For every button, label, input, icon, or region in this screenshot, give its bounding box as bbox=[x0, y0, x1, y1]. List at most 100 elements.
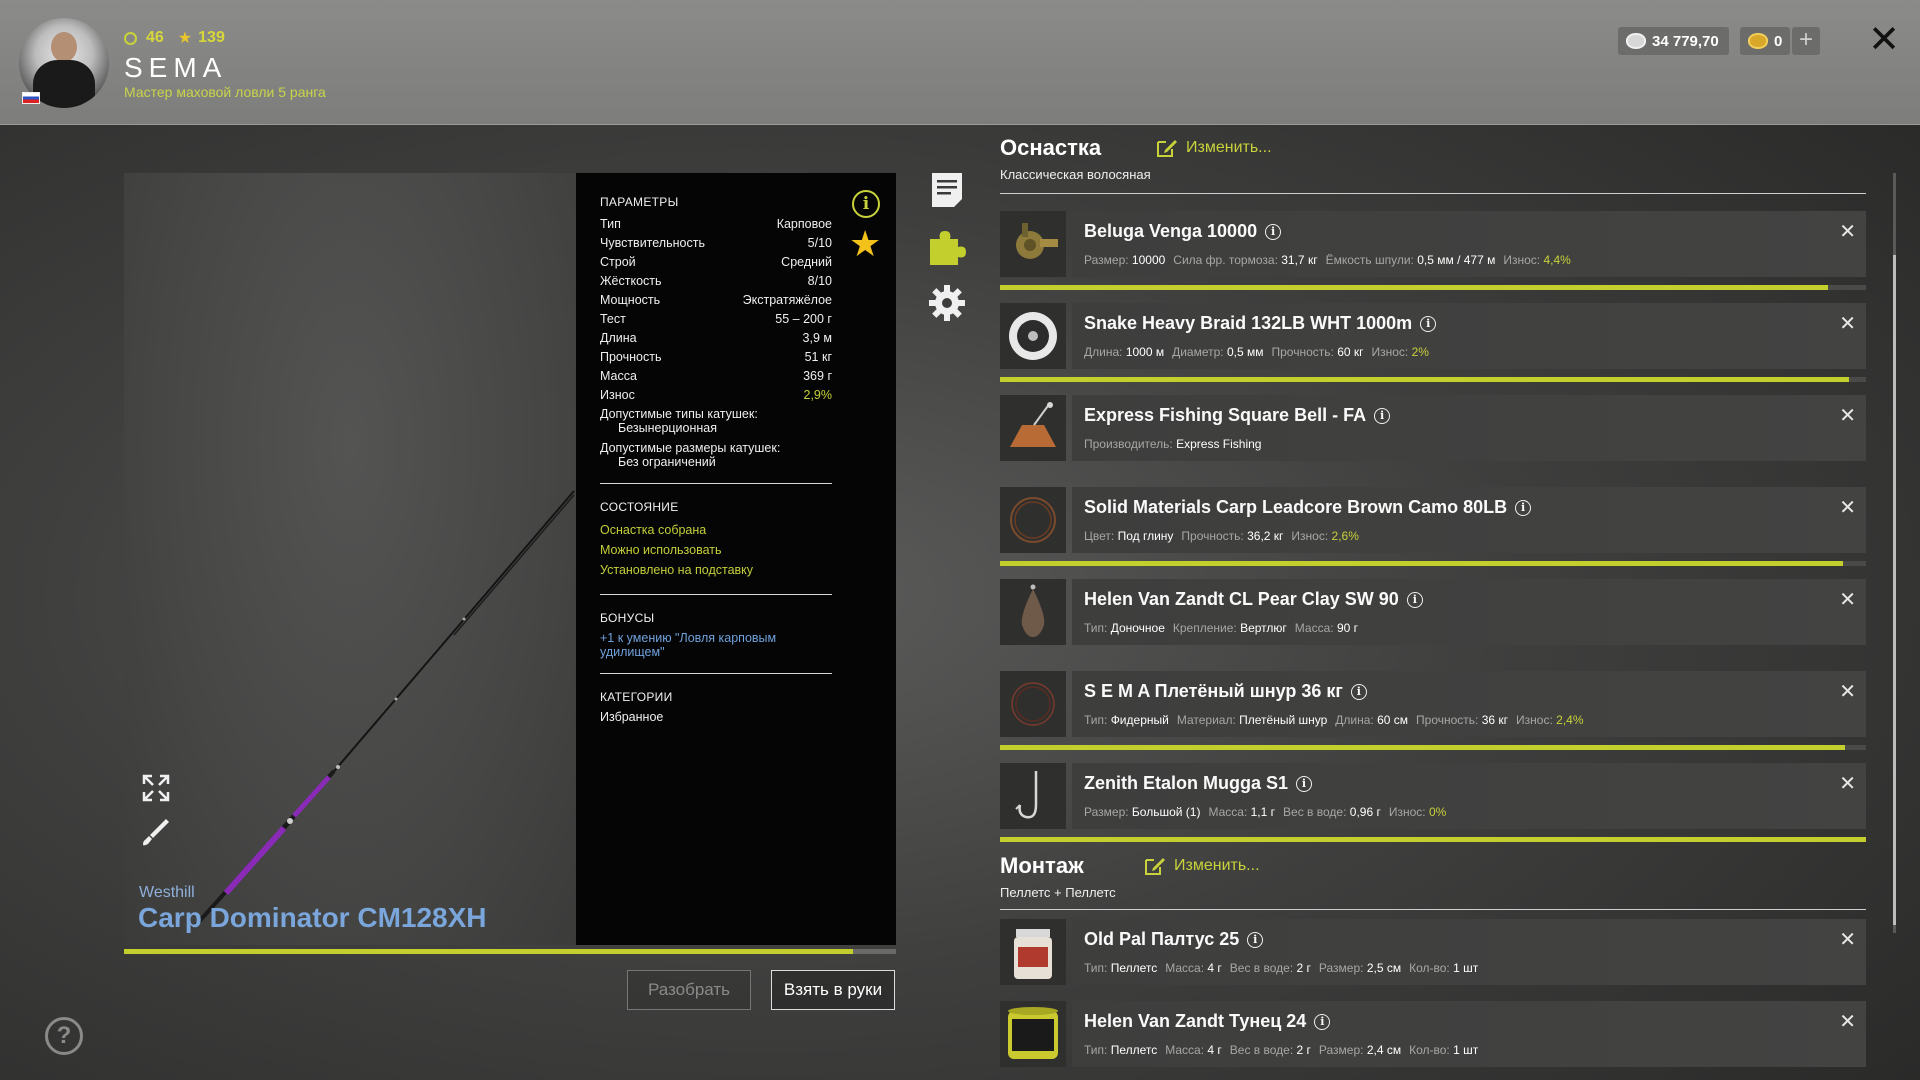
gear-icon[interactable] bbox=[928, 284, 966, 322]
tackle-item[interactable]: S E M A Плетёный шнур 36 кг i Тип: Фидерны… bbox=[1000, 671, 1866, 737]
item-thumbnail[interactable] bbox=[1000, 303, 1066, 369]
player-stars: 139 bbox=[198, 29, 225, 46]
hook-thumb bbox=[1015, 771, 1038, 819]
edit-icon bbox=[1157, 140, 1177, 157]
desc-value: Вертлюг bbox=[1240, 621, 1287, 635]
desc-value: 31,7 кг bbox=[1281, 253, 1318, 267]
tackle-item[interactable]: Zenith Etalon Mugga S1 i Размер: Большой (… bbox=[1000, 763, 1866, 829]
remove-item-icon[interactable]: ✕ bbox=[1839, 771, 1856, 796]
tackle-item[interactable]: Beluga Venga 10000 i Размер: 10000 Сила фр.… bbox=[1000, 211, 1866, 277]
line-spool-thumb bbox=[1009, 312, 1057, 360]
tackle-item[interactable]: Solid Materials Carp Leadcore Brown Camo… bbox=[1000, 487, 1866, 553]
item-card[interactable]: Helen Van Zandt CL Pear Clay SW 90 i Тип: … bbox=[1072, 579, 1866, 645]
item-thumbnail[interactable] bbox=[1000, 763, 1066, 829]
item-card[interactable]: Solid Materials Carp Leadcore Brown Camo… bbox=[1072, 487, 1866, 553]
categories-title: КАТЕГОРИИ bbox=[600, 690, 673, 704]
rod-preview[interactable] bbox=[124, 173, 576, 945]
disassemble-button[interactable]: Разобрать bbox=[627, 970, 751, 1010]
item-name: S E M A Плетёный шнур 36 кг bbox=[1084, 681, 1343, 701]
item-wear-fill bbox=[1000, 561, 1844, 566]
item-card[interactable]: Snake Heavy Braid 132LB WHT 1000m i Длина:… bbox=[1072, 303, 1866, 369]
desc-value: 36,2 кг bbox=[1247, 529, 1284, 543]
param-row: Мощность Экстратяжёлое bbox=[600, 291, 832, 310]
item-thumbnail[interactable] bbox=[1000, 671, 1066, 737]
remove-item-icon[interactable]: ✕ bbox=[1839, 495, 1856, 520]
puzzle-icon[interactable] bbox=[928, 227, 966, 265]
notes-icon[interactable] bbox=[928, 171, 966, 209]
item-wear-fill bbox=[1000, 285, 1828, 290]
avatar-head bbox=[51, 32, 77, 62]
desc-key: Масса: bbox=[1208, 805, 1248, 819]
param-value: Средний bbox=[781, 255, 832, 269]
remove-item-icon[interactable]: ✕ bbox=[1839, 403, 1856, 428]
item-thumbnail[interactable] bbox=[1000, 919, 1066, 985]
desc-value: 0% bbox=[1428, 805, 1447, 819]
tackle-item[interactable]: Helen Van Zandt Тунец 24 i Тип: Пеллетс Мас… bbox=[1000, 1001, 1866, 1067]
desc-key: Прочность: bbox=[1416, 713, 1479, 727]
item-description: Производитель: Express Fishing bbox=[1084, 437, 1269, 451]
close-icon[interactable]: ✕ bbox=[1866, 21, 1902, 59]
rod-wear-fill bbox=[124, 949, 853, 954]
param-value: 55 – 200 г bbox=[775, 312, 832, 326]
info-icon[interactable]: i bbox=[1314, 1013, 1331, 1030]
tackle-item[interactable]: Helen Van Zandt CL Pear Clay SW 90 i Тип: … bbox=[1000, 579, 1866, 645]
desc-value: 0,5 мм / 477 м bbox=[1417, 253, 1496, 267]
tackle-edit-label: Изменить... bbox=[1186, 139, 1272, 156]
brush-icon[interactable] bbox=[140, 816, 172, 848]
desc-value: 2 г bbox=[1296, 961, 1311, 975]
desc-value: 60 см bbox=[1377, 713, 1409, 727]
star-icon[interactable]: ★ bbox=[849, 226, 881, 262]
gold-coins-icon bbox=[1748, 33, 1768, 49]
tackle-item[interactable]: Snake Heavy Braid 132LB WHT 1000m i Длина:… bbox=[1000, 303, 1866, 369]
expand-icon[interactable] bbox=[140, 772, 172, 804]
desc-key: Тип: bbox=[1084, 713, 1108, 727]
item-thumbnail[interactable] bbox=[1000, 211, 1066, 277]
desc-key: Износ: bbox=[1516, 713, 1553, 727]
item-thumbnail[interactable] bbox=[1000, 395, 1066, 461]
scrollbar-thumb[interactable] bbox=[1893, 255, 1896, 925]
help-icon[interactable]: ? bbox=[45, 1017, 83, 1055]
desc-key: Масса: bbox=[1165, 961, 1205, 975]
item-thumbnail[interactable] bbox=[1000, 579, 1066, 645]
tackle-item[interactable]: Express Fishing Square Bell - FA i Произво… bbox=[1000, 395, 1866, 461]
remove-item-icon[interactable]: ✕ bbox=[1839, 311, 1856, 336]
item-thumbnail[interactable] bbox=[1000, 1001, 1066, 1067]
info-icon[interactable]: i bbox=[1296, 775, 1313, 792]
item-description: Тип: Пеллетс Масса: 4 г Вес в воде: 2 г Раз… bbox=[1084, 1043, 1486, 1057]
desc-key: Износ: bbox=[1291, 529, 1329, 543]
tackle-edit-button[interactable]: Изменить... bbox=[1156, 138, 1272, 158]
tackle-header: Оснастка Изменить... Классическая волося… bbox=[1000, 135, 1272, 182]
add-gold-button[interactable]: + bbox=[1792, 27, 1820, 55]
montage-edit-button[interactable]: Изменить... bbox=[1144, 856, 1260, 876]
item-title: Helen Van Zandt Тунец 24 i bbox=[1084, 1011, 1331, 1032]
item-card[interactable]: Beluga Venga 10000 i Размер: 10000 Сила фр.… bbox=[1072, 211, 1866, 277]
info-icon[interactable]: i bbox=[1350, 683, 1367, 700]
info-icon[interactable]: i bbox=[1247, 931, 1264, 948]
remove-item-icon[interactable]: ✕ bbox=[1839, 1009, 1856, 1034]
remove-item-icon[interactable]: ✕ bbox=[1839, 927, 1856, 952]
tackle-item[interactable]: Old Pal Палтус 25 i Тип: Пеллетс Масса: 4 г… bbox=[1000, 919, 1866, 985]
item-wear-bar bbox=[1000, 837, 1866, 842]
info-icon[interactable]: i bbox=[1374, 407, 1391, 424]
item-card[interactable]: Express Fishing Square Bell - FA i Произво… bbox=[1072, 395, 1866, 461]
desc-key: Износ: bbox=[1503, 253, 1541, 267]
remove-item-icon[interactable]: ✕ bbox=[1839, 587, 1856, 612]
item-thumbnail[interactable] bbox=[1000, 487, 1066, 553]
item-card[interactable]: Old Pal Палтус 25 i Тип: Пеллетс Масса: 4 г… bbox=[1072, 919, 1866, 985]
info-icon[interactable]: i bbox=[1265, 223, 1282, 240]
remove-item-icon[interactable]: ✕ bbox=[1839, 679, 1856, 704]
info-icon[interactable]: i bbox=[852, 190, 880, 218]
desc-value: 36 кг bbox=[1481, 713, 1509, 727]
item-card[interactable]: Zenith Etalon Mugga S1 i Размер: Большой (… bbox=[1072, 763, 1866, 829]
info-icon[interactable]: i bbox=[1420, 315, 1437, 332]
info-icon[interactable]: i bbox=[1515, 499, 1532, 516]
item-card[interactable]: S E M A Плетёный шнур 36 кг i Тип: Фидерны… bbox=[1072, 671, 1866, 737]
item-card[interactable]: Helen Van Zandt Тунец 24 i Тип: Пеллетс Мас… bbox=[1072, 1001, 1866, 1067]
item-title: Zenith Etalon Mugga S1 i bbox=[1084, 773, 1313, 794]
info-icon[interactable]: i bbox=[1406, 591, 1423, 608]
remove-item-icon[interactable]: ✕ bbox=[1839, 219, 1856, 244]
param-key: Масса bbox=[600, 369, 637, 383]
take-in-hands-button[interactable]: Взять в руки bbox=[771, 970, 895, 1010]
reel-sizes-value: Без ограничений bbox=[618, 455, 716, 469]
item-description: Длина: 1000 м Диаметр: 0,5 мм Прочность: 6… bbox=[1084, 345, 1437, 359]
